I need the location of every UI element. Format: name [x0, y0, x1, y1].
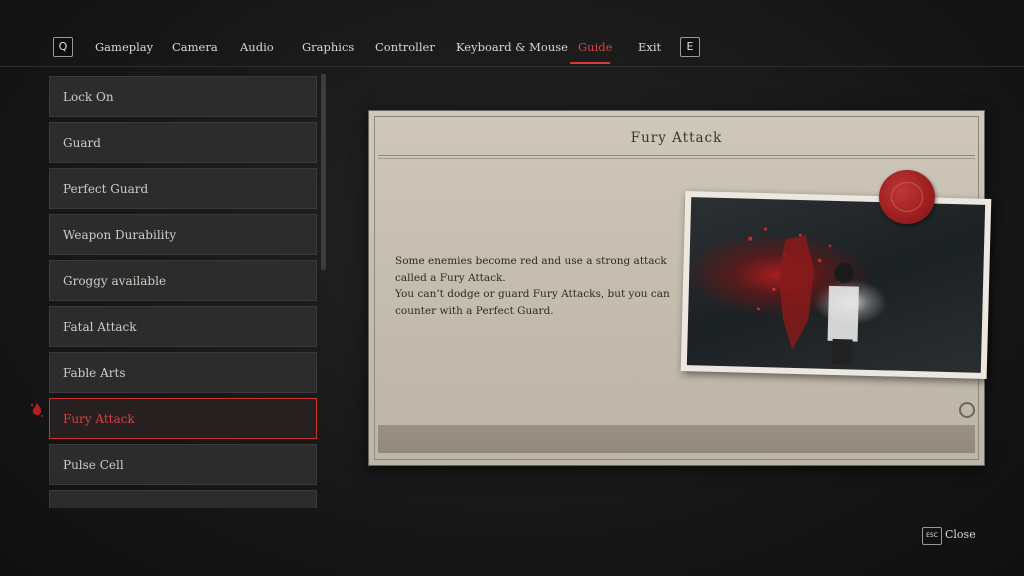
- ring-icon: [959, 402, 975, 418]
- list-item-fatal-attack[interactable]: Fatal Attack: [49, 306, 317, 347]
- tab-keyboard-mouse[interactable]: Keyboard & Mouse: [456, 37, 568, 57]
- next-tab-key[interactable]: E: [680, 37, 700, 57]
- list-item-lock-on[interactable]: Lock On: [49, 76, 317, 117]
- guide-illustration-photo: [680, 191, 992, 379]
- wax-seal-icon: [879, 170, 935, 224]
- selection-blood-icon: [30, 402, 43, 417]
- list-item-groggy-available[interactable]: Groggy available: [49, 260, 317, 301]
- panel-description: Some enemies become red and use a strong…: [395, 253, 675, 319]
- list-item-partial[interactable]: [49, 490, 317, 508]
- close-button[interactable]: Close: [945, 527, 976, 543]
- list-item-fable-arts[interactable]: Fable Arts: [49, 352, 317, 393]
- panel-bottom-band: [378, 425, 975, 453]
- description-line: counter with a Perfect Guard.: [395, 304, 554, 317]
- tab-controller[interactable]: Controller: [375, 37, 435, 57]
- list-item-pulse-cell[interactable]: Pulse Cell: [49, 444, 317, 485]
- panel-title: Fury Attack: [630, 130, 723, 146]
- list-item-fury-attack[interactable]: Fury Attack: [49, 398, 317, 439]
- description-line: Some enemies become red and use a strong…: [395, 255, 667, 267]
- tab-exit[interactable]: Exit: [638, 37, 661, 57]
- description-line: called a Fury Attack.: [395, 271, 506, 284]
- description-line: You can’t dodge or guard Fury Attacks, b…: [395, 288, 670, 300]
- list-item-perfect-guard[interactable]: Perfect Guard: [49, 168, 317, 209]
- tab-camera[interactable]: Camera: [172, 37, 218, 57]
- list-scrollbar[interactable]: [321, 74, 326, 270]
- fury-attack-screenshot: [686, 197, 986, 373]
- combat-scene-illustration: [748, 227, 859, 365]
- tab-gameplay[interactable]: Gameplay: [95, 37, 153, 57]
- list-item-guard[interactable]: Guard: [49, 122, 317, 163]
- tab-audio[interactable]: Audio: [240, 37, 274, 57]
- esc-key-icon[interactable]: ESC: [922, 527, 942, 545]
- tab-graphics[interactable]: Graphics: [302, 37, 354, 57]
- list-item-weapon-durability[interactable]: Weapon Durability: [49, 214, 317, 255]
- guide-topic-list: Lock On Guard Perfect Guard Weapon Durab…: [49, 76, 317, 508]
- prev-tab-key[interactable]: Q: [53, 37, 73, 57]
- tab-guide[interactable]: Guide: [578, 37, 612, 57]
- active-tab-indicator: [570, 62, 610, 64]
- top-navigation: Q Gameplay Camera Audio Graphics Control…: [0, 0, 1024, 67]
- title-divider: [378, 155, 975, 159]
